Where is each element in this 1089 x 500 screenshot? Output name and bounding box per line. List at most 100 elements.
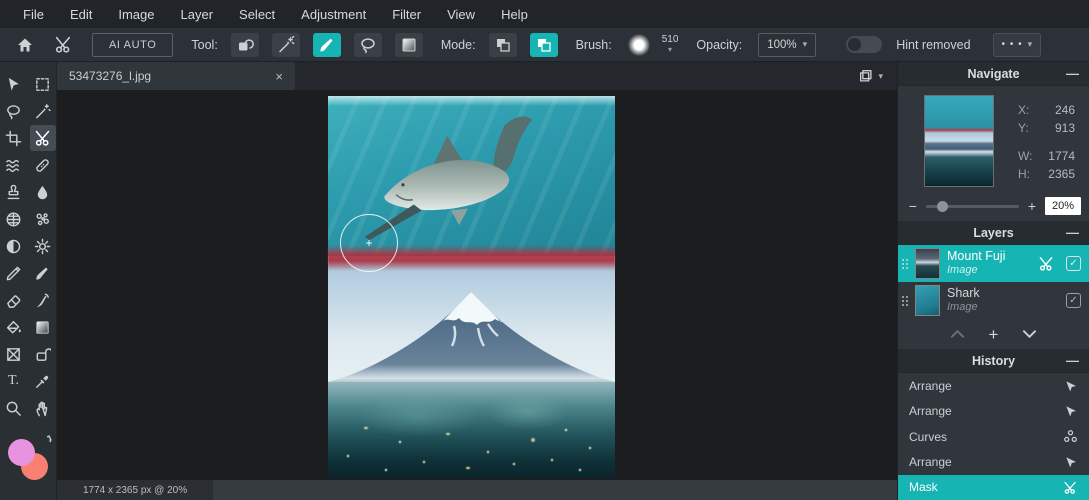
layer-row-shark[interactable]: Shark Image ✓ (898, 282, 1089, 319)
hint-removed-toggle[interactable] (846, 36, 882, 53)
canvas-area[interactable]: + (57, 90, 897, 480)
history-list: Arrange Arrange Curves Arrange Mask (898, 373, 1089, 500)
menu-view[interactable]: View (434, 7, 488, 22)
cut-icon[interactable] (48, 32, 78, 58)
brush-size-control[interactable]: 510 ▾ (662, 35, 679, 54)
gradient-icon[interactable] (30, 314, 56, 340)
navigate-thumbnail[interactable] (924, 95, 994, 187)
layer-type: Image (947, 264, 1031, 278)
menu-edit[interactable]: Edit (57, 7, 105, 22)
marquee-icon[interactable] (30, 71, 56, 97)
add-layer-button[interactable]: + (989, 326, 999, 343)
mode-add-icon[interactable] (530, 33, 558, 57)
drag-handle-icon[interactable] (902, 296, 908, 306)
liquify-icon[interactable] (1, 152, 27, 178)
lasso-icon[interactable] (354, 33, 382, 57)
menu-image[interactable]: Image (105, 7, 167, 22)
layer-visibility-checkbox[interactable]: ✓ (1066, 256, 1081, 271)
drag-handle-icon[interactable] (902, 259, 908, 269)
menu-select[interactable]: Select (226, 7, 288, 22)
navigate-body: X:246 Y:913 W:1774 H:2365 (898, 86, 1089, 191)
lasso-icon[interactable] (1, 98, 27, 124)
zoom-in-button[interactable]: + (1027, 198, 1037, 214)
pointer-icon[interactable] (1, 71, 27, 97)
tool-label: Tool: (191, 38, 217, 52)
history-item-curves[interactable]: Curves (898, 424, 1089, 449)
history-item-arrange[interactable]: Arrange (898, 398, 1089, 423)
history-item-mask[interactable]: Mask (898, 475, 1089, 500)
sharpen-icon[interactable] (30, 233, 56, 259)
menu-filter[interactable]: Filter (379, 7, 434, 22)
zoom-slider[interactable] (926, 205, 1019, 208)
pixelate-icon[interactable] (1, 206, 27, 232)
home-icon[interactable] (10, 32, 40, 58)
city-lights (328, 382, 615, 478)
crop-icon[interactable] (1, 125, 27, 151)
brush-preview[interactable] (628, 34, 650, 56)
swap-colors-icon[interactable] (39, 435, 52, 448)
brush-icon[interactable] (30, 260, 56, 286)
magic-wand-icon[interactable] (272, 33, 300, 57)
eyedropper-icon[interactable] (30, 368, 56, 394)
zoom-icon[interactable] (1, 395, 27, 421)
x-label: X: (1018, 103, 1029, 117)
windows-icon[interactable]: ▾ (858, 68, 883, 84)
document-tab[interactable]: 53473276_l.jpg × (57, 62, 295, 90)
layer-visibility-checkbox[interactable]: ✓ (1066, 293, 1081, 308)
layer-row-mount-fuji[interactable]: Mount Fuji Image ✓ (898, 245, 1089, 282)
frame-icon[interactable] (1, 341, 27, 367)
menu-help[interactable]: Help (488, 7, 541, 22)
zoom-slider-knob[interactable] (937, 201, 948, 212)
color-swatches (6, 437, 50, 481)
history-item-arrange[interactable]: Arrange (898, 373, 1089, 398)
cutout-icon[interactable] (30, 125, 56, 151)
primary-color-swatch[interactable] (8, 439, 35, 466)
more-options-button[interactable]: • • • ▾ (993, 33, 1042, 57)
shape-cutout-icon[interactable] (231, 33, 259, 57)
dodge-burn-icon[interactable] (1, 233, 27, 259)
text-tool-icon[interactable]: T. (1, 368, 27, 394)
tool-options-bar: AI AUTO Tool: Mode: Brush: 510 ▾ Opaci (0, 28, 1089, 62)
hand-icon[interactable] (30, 395, 56, 421)
y-label: Y: (1018, 121, 1029, 135)
draw-brush-icon[interactable] (313, 33, 341, 57)
fill-icon[interactable] (1, 314, 27, 340)
sponge-icon[interactable] (30, 206, 56, 232)
move-layer-up-icon[interactable] (950, 329, 965, 339)
blur-drop-icon[interactable] (30, 179, 56, 205)
mode-subtract-icon[interactable] (489, 33, 517, 57)
menu-adjustment[interactable]: Adjustment (288, 7, 379, 22)
mode-label: Mode: (441, 38, 476, 52)
heal-icon[interactable] (30, 152, 56, 178)
history-label: Curves (909, 430, 947, 444)
zoom-control: − + 20% (898, 191, 1089, 221)
opacity-label: Opacity: (696, 38, 742, 52)
history-item-arrange[interactable]: Arrange (898, 449, 1089, 474)
editor-center: 53473276_l.jpg × ▾ (57, 62, 897, 500)
zoom-value-field[interactable]: 20% (1045, 197, 1081, 215)
layer-thumbnail[interactable] (915, 248, 940, 279)
move-layer-down-icon[interactable] (1022, 329, 1037, 339)
magic-wand-icon[interactable] (30, 98, 56, 124)
tool-sidebar: T. (0, 62, 57, 500)
menu-file[interactable]: File (10, 7, 57, 22)
mask-scissors-icon[interactable] (1038, 255, 1055, 272)
eraser-icon[interactable] (1, 287, 27, 313)
close-icon[interactable]: × (275, 69, 283, 84)
layer-thumbnail[interactable] (915, 285, 940, 316)
collapse-icon[interactable]: — (1066, 66, 1079, 81)
h-label: H: (1018, 167, 1030, 181)
opacity-dropdown[interactable]: 100% ▾ (758, 33, 816, 57)
x-value: 246 (1055, 103, 1075, 117)
collapse-icon[interactable]: — (1066, 225, 1079, 240)
gradient-icon[interactable] (395, 33, 423, 57)
shape-icon[interactable] (30, 341, 56, 367)
pen-icon[interactable] (1, 260, 27, 286)
smudge-icon[interactable] (30, 287, 56, 313)
menu-layer[interactable]: Layer (168, 7, 227, 22)
document-image[interactable] (328, 96, 615, 478)
clone-stamp-icon[interactable] (1, 179, 27, 205)
collapse-icon[interactable]: — (1066, 353, 1079, 368)
zoom-out-button[interactable]: − (908, 198, 918, 214)
ai-auto-button[interactable]: AI AUTO (92, 33, 173, 57)
